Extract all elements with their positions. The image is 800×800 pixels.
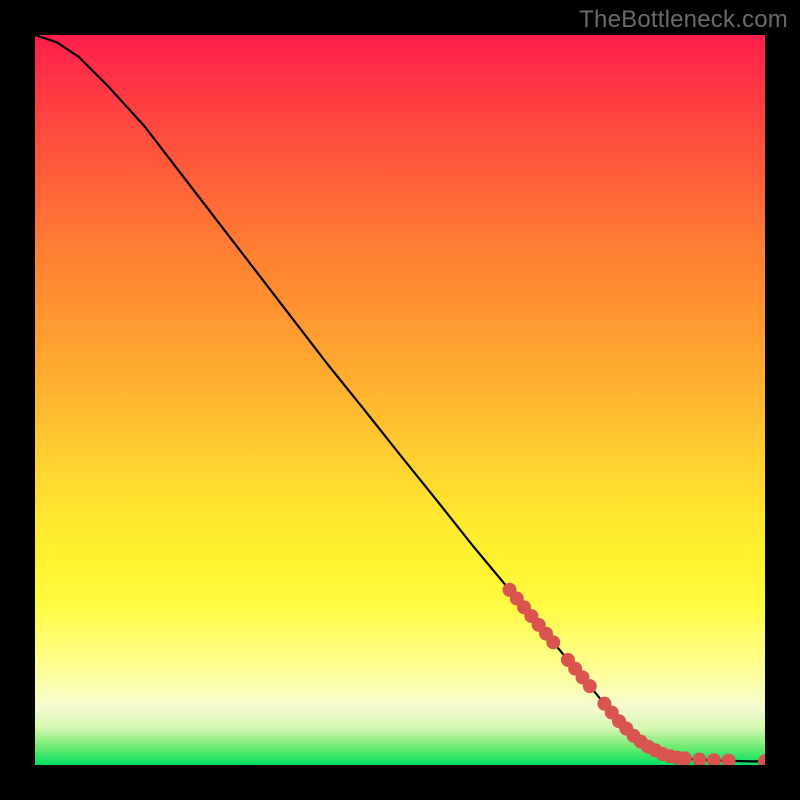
data-marker <box>707 753 721 765</box>
data-marker <box>758 754 765 765</box>
data-marker <box>546 635 560 649</box>
data-marker <box>678 751 692 765</box>
watermark-text: TheBottleneck.com <box>579 6 788 34</box>
plot-svg <box>35 35 765 765</box>
marker-group <box>503 583 766 765</box>
chart-container: TheBottleneck.com <box>0 0 800 800</box>
plot-area <box>35 35 765 765</box>
data-marker <box>722 754 736 765</box>
data-marker <box>583 679 597 693</box>
line-curve <box>35 35 765 761</box>
data-marker <box>692 753 706 765</box>
